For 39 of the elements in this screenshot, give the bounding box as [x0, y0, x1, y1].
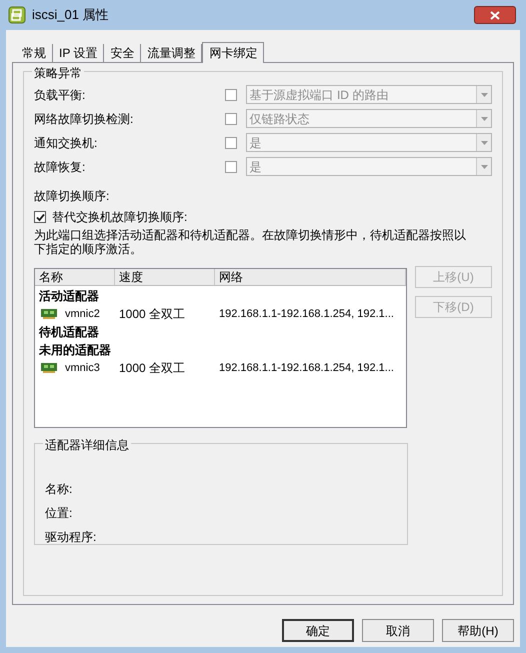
group-label: 未用的适配器	[38, 342, 112, 359]
table-cell-text: 192.168.1.1-192.168.1.254, 192.1...	[218, 306, 395, 322]
dropdown-arrow-icon	[480, 164, 488, 168]
dialog-button[interactable]: 确定	[282, 619, 354, 642]
dropdown-arrow-icon	[480, 92, 488, 96]
tab[interactable]: 网卡绑定	[202, 42, 264, 63]
dropdown-arrow-icon	[480, 140, 488, 144]
field-label: 故障恢复:	[34, 158, 86, 176]
field-label: 负载平衡:	[34, 86, 86, 104]
column-header[interactable]: 名称	[35, 269, 115, 285]
close-icon	[490, 10, 500, 20]
dropdown-arrow-icon	[480, 116, 488, 120]
app-icon	[8, 6, 26, 24]
field-label: 通知交换机:	[34, 134, 98, 152]
group-title: 策略异常	[32, 64, 84, 82]
group-label: 待机适配器	[38, 324, 100, 341]
group-label: 活动适配器	[38, 288, 100, 305]
field-label: 网络故障切换检测:	[34, 110, 134, 128]
column-header[interactable]: 速度	[115, 269, 215, 285]
window-title: iscsi_01 属性	[32, 6, 110, 24]
table-cell-text: 1000 全双工	[118, 306, 186, 323]
network-card-icon	[41, 309, 57, 319]
dialog-button[interactable]: 取消	[362, 619, 434, 642]
table-cell-text: 192.168.1.1-192.168.1.254, 192.1...	[218, 360, 395, 376]
adapter-name: vmnic3	[65, 360, 100, 376]
checkbox[interactable]	[34, 211, 46, 223]
column-header[interactable]: 网络	[215, 269, 406, 285]
checkbox-label: 替代交换机故障切换顺序:	[52, 209, 188, 226]
dialog-button[interactable]: 帮助(H)	[442, 619, 514, 642]
field-label: 驱动程序:	[45, 529, 98, 546]
network-card-icon	[41, 363, 57, 373]
field-label: 名称:	[45, 481, 74, 498]
section-label: 故障切换顺序:	[34, 188, 110, 205]
field-label: 位置:	[45, 505, 74, 522]
close-button[interactable]	[474, 6, 516, 24]
group-title: 适配器详细信息	[43, 436, 131, 454]
table-cell-text: 1000 全双工	[118, 360, 186, 377]
description-text: 为此端口组选择活动适配器和待机适配器。在故障切换情形中，待机适配器按照以下指定的顺序激活。	[34, 228, 467, 256]
adapter-name: vmnic2	[65, 306, 100, 322]
